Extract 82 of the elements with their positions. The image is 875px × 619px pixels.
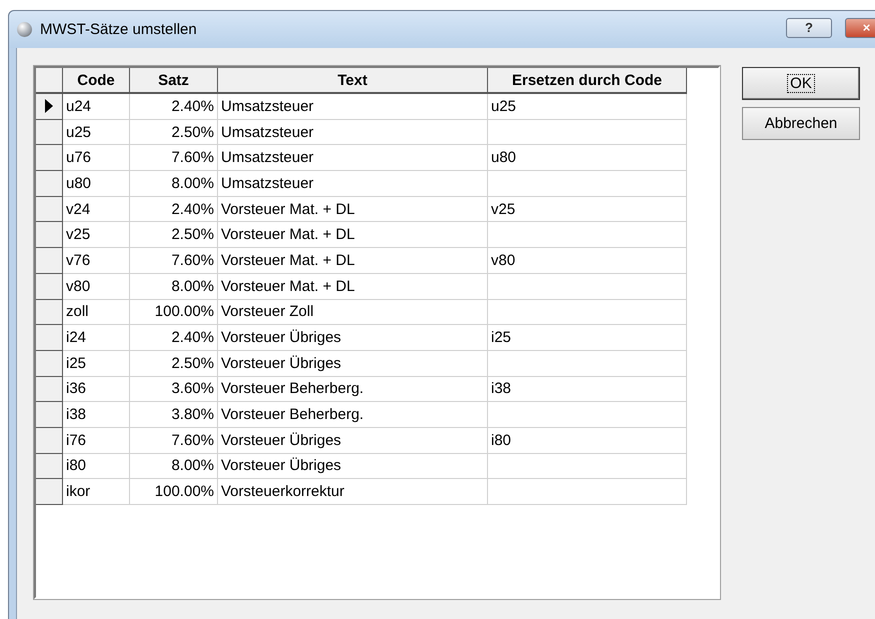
table-cell: Vorsteuer Übriges [218, 325, 488, 351]
table-cell: u80 [63, 171, 130, 197]
table-cell: 2.40% [130, 325, 218, 351]
table-cell: Vorsteuer Mat. + DL [218, 248, 488, 274]
row-selector[interactable] [36, 325, 63, 351]
row-selector[interactable] [36, 248, 63, 274]
column-header[interactable]: Text [218, 68, 488, 94]
row-selector[interactable] [36, 428, 63, 454]
table-cell: 100.00% [130, 300, 218, 326]
row-selector[interactable] [36, 120, 63, 146]
column-header[interactable]: Code [63, 68, 130, 94]
table-cell: 7.60% [130, 248, 218, 274]
row-selector[interactable] [36, 376, 63, 402]
table-cell: i38 [63, 402, 130, 428]
table-cell: i80 [63, 454, 130, 480]
row-selector[interactable] [36, 479, 63, 505]
table-cell: v25 [63, 222, 130, 248]
table-cell: i36 [63, 376, 130, 402]
row-selector[interactable] [36, 145, 63, 172]
table-cell: 8.00% [130, 274, 218, 300]
table-cell: Umsatzsteuer [218, 120, 488, 146]
table-cell: zoll [63, 300, 130, 326]
table-cell: i24 [63, 325, 130, 351]
table-cell: Vorsteuer Mat. + DL [218, 274, 488, 300]
row-selector[interactable] [36, 300, 63, 326]
table-cell: Vorsteuer Übriges [218, 454, 488, 480]
row-selector[interactable] [36, 94, 63, 120]
table-cell: Vorsteuer Zoll [218, 300, 488, 326]
table-cell: 8.00% [130, 454, 218, 480]
column-header[interactable]: Ersetzen durch Code [488, 68, 687, 94]
table-cell: v25 [488, 196, 687, 222]
table-cell: Vorsteuer Übriges [218, 350, 488, 377]
table-cell: Vorsteuerkorrektur [218, 479, 488, 505]
table-cell: Umsatzsteuer [218, 94, 488, 120]
row-selector[interactable] [36, 196, 63, 222]
window-title: MWST-Sätze umstellen [40, 21, 198, 38]
table-cell: 2.50% [130, 222, 218, 248]
table-cell: 7.60% [130, 145, 218, 172]
table-cell: i38 [488, 376, 687, 402]
table-cell: i80 [488, 428, 687, 454]
cancel-button[interactable]: Abbrechen [742, 107, 860, 140]
table-cell: Vorsteuer Übriges [218, 428, 488, 454]
table-cell: v24 [63, 196, 130, 222]
table-cell: 3.80% [130, 402, 218, 428]
table-cell: ikor [63, 479, 130, 505]
column-header[interactable]: Satz [130, 68, 218, 94]
table-cell: 100.00% [130, 479, 218, 505]
table-cell: u24 [63, 94, 130, 120]
table-cell: 2.50% [130, 120, 218, 146]
table-cell: u25 [63, 120, 130, 146]
app-icon [17, 22, 32, 37]
table-cell: 7.60% [130, 428, 218, 454]
table-cell: v80 [63, 274, 130, 300]
table-cell: 2.50% [130, 350, 218, 377]
table-cell: Vorsteuer Mat. + DL [218, 222, 488, 248]
header-corner [36, 68, 63, 94]
current-row-icon [45, 99, 53, 114]
table-cell: v80 [488, 248, 687, 274]
row-selector[interactable] [36, 274, 63, 300]
row-selector[interactable] [36, 350, 63, 377]
table-cell: 2.40% [130, 94, 218, 120]
ok-button[interactable]: OK [742, 67, 860, 100]
table-cell: Umsatzsteuer [218, 171, 488, 197]
table-cell: u76 [63, 145, 130, 172]
table-cell: Vorsteuer Mat. + DL [218, 196, 488, 222]
row-selector[interactable] [36, 402, 63, 428]
row-selector[interactable] [36, 171, 63, 197]
table-cell: Vorsteuer Beherberg. [218, 402, 488, 428]
table-cell: Umsatzsteuer [218, 145, 488, 172]
row-selector[interactable] [36, 222, 63, 248]
table-cell: 8.00% [130, 171, 218, 197]
help-button[interactable]: ? [786, 18, 832, 38]
table-cell: u80 [488, 145, 687, 172]
table-cell: Vorsteuer Beherberg. [218, 376, 488, 402]
row-selector[interactable] [36, 454, 63, 480]
table-cell: i25 [488, 325, 687, 351]
table-cell: i76 [63, 428, 130, 454]
table-cell: u25 [488, 94, 687, 120]
table-cell: 3.60% [130, 376, 218, 402]
table-cell: i25 [63, 350, 130, 377]
table-cell: v76 [63, 248, 130, 274]
table-cell: 2.40% [130, 196, 218, 222]
